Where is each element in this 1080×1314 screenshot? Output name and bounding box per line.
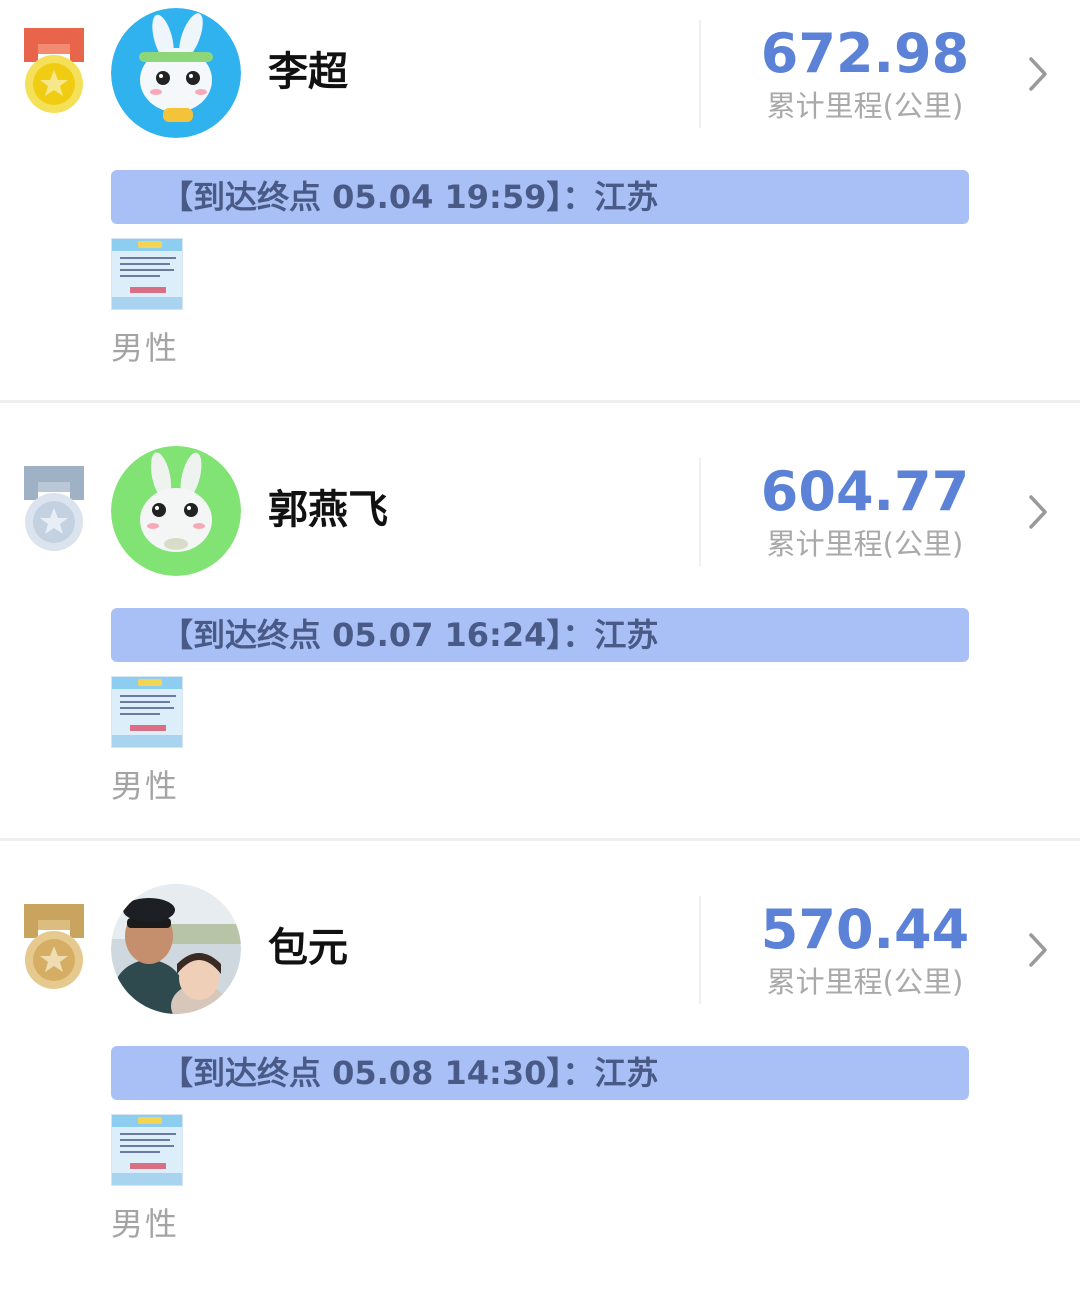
distance-value: 604.77	[760, 460, 970, 523]
ranking-entry[interactable]: 郭燕飞 604.77 累计里程(公里) 【到达终点 05.07 16:24】：江…	[0, 438, 1080, 876]
avatar[interactable]	[111, 884, 241, 1014]
runner-name: 郭燕飞	[268, 487, 388, 533]
certificate-thumbnail[interactable]	[111, 676, 183, 748]
distance-value: 570.44	[760, 898, 970, 961]
distance-label: 累计里程(公里)	[766, 89, 964, 123]
runner-name: 包元	[268, 925, 348, 971]
certificate-thumbnail[interactable]	[111, 1114, 183, 1186]
gender-label: 男性	[111, 767, 180, 805]
gold-medal-icon	[24, 28, 84, 113]
arrival-banner: 【到达终点 05.04 19:59】：江苏	[111, 170, 969, 224]
avatar[interactable]	[111, 446, 241, 576]
distance-label: 累计里程(公里)	[766, 965, 964, 999]
ranking-entry[interactable]: 李超 672.98 累计里程(公里) 【到达终点 05.04 19:59】：江苏…	[0, 0, 1080, 438]
avatar[interactable]	[111, 8, 241, 138]
gender-label: 男性	[111, 1205, 180, 1243]
bronze-medal-icon	[24, 904, 84, 989]
divider	[699, 20, 701, 128]
chevron-right-icon[interactable]	[1022, 52, 1052, 96]
divider	[0, 400, 1080, 403]
ranking-entry[interactable]: 包元 570.44 累计里程(公里) 【到达终点 05.08 14:30】：江苏…	[0, 876, 1080, 1314]
certificate-thumbnail[interactable]	[111, 238, 183, 310]
distance-value: 672.98	[760, 22, 970, 85]
divider	[699, 458, 701, 566]
divider	[699, 896, 701, 1004]
chevron-right-icon[interactable]	[1022, 928, 1052, 972]
arrival-banner: 【到达终点 05.08 14:30】：江苏	[111, 1046, 969, 1100]
gender-label: 男性	[111, 329, 180, 367]
runner-name: 李超	[268, 49, 348, 95]
distance-label: 累计里程(公里)	[766, 527, 964, 561]
divider	[0, 838, 1080, 841]
arrival-banner: 【到达终点 05.07 16:24】：江苏	[111, 608, 969, 662]
chevron-right-icon[interactable]	[1022, 490, 1052, 534]
silver-medal-icon	[24, 466, 84, 551]
